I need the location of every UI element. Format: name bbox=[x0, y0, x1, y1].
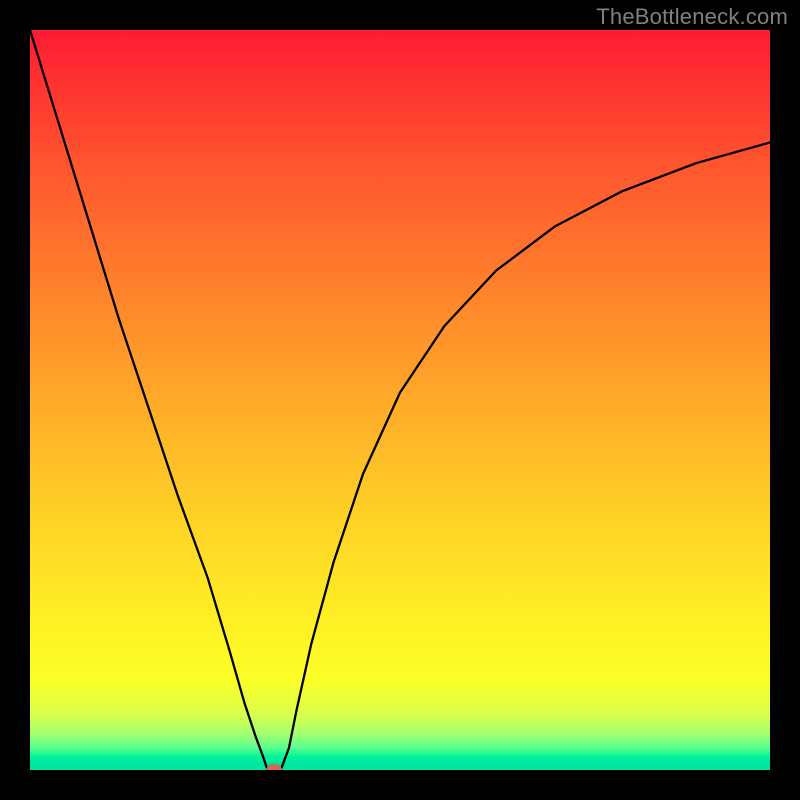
plot-area bbox=[30, 30, 770, 770]
watermark-text: TheBottleneck.com bbox=[596, 4, 788, 30]
minimum-marker bbox=[266, 764, 282, 770]
curve-layer bbox=[30, 30, 770, 770]
bottleneck-curve bbox=[30, 30, 770, 769]
chart-frame: TheBottleneck.com bbox=[0, 0, 800, 800]
